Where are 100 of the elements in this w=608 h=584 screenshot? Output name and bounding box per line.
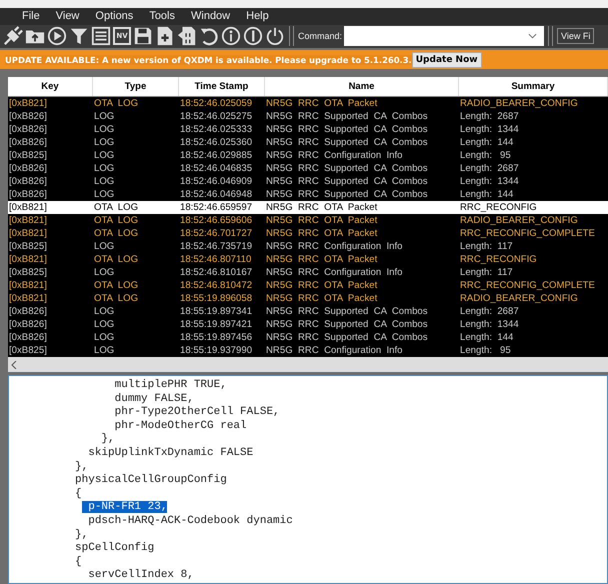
info-icon[interactable] bbox=[221, 26, 241, 46]
table-cell-text: 18:52:46.025333 bbox=[179, 123, 254, 136]
table-cell-text: LOG bbox=[93, 110, 116, 124]
column-header[interactable]: Summary bbox=[459, 77, 608, 96]
code-line: }, bbox=[74, 528, 88, 542]
table-cell-text: RRC_RECONFIG_COMPLETE bbox=[459, 279, 596, 292]
log-row[interactable]: [0xB826] LOG 18:52:46.025275 NR5G RRC Supported CA Combos Length: 2687 bbox=[8, 110, 608, 124]
code-line: multiplePHR TRUE, bbox=[114, 379, 227, 393]
menu-item[interactable]: Help bbox=[238, 10, 277, 22]
table-cell-text: Length: 1344 bbox=[459, 318, 520, 332]
log-row[interactable]: [0xB826] LOG 18:52:46.046835 NR5G RRC Supported CA Combos Length: 2687 bbox=[8, 162, 608, 176]
table-cell-text: RADIO_BEARER_CONFIG bbox=[459, 97, 579, 110]
table-cell-text: NR5G RRC Supported CA Combos bbox=[265, 175, 429, 188]
menu-item[interactable]: Options bbox=[87, 10, 142, 22]
add-file-icon[interactable] bbox=[155, 26, 175, 46]
table-cell-text: [0xB826] bbox=[8, 162, 48, 176]
table-cell-text: 18:52:46.025059 bbox=[179, 97, 254, 110]
table-cell-text: [0xB825] bbox=[8, 240, 48, 254]
code-line: phr-ModeOtherCG real bbox=[114, 420, 247, 434]
log-row[interactable]: [0xB826] LOG 18:55:19.897421 NR5G RRC Supported CA Combos Length: 1344 bbox=[8, 318, 608, 332]
table-cell-text: NR5G RRC Supported CA Combos bbox=[265, 318, 429, 332]
table-cell-text: [0xB826] bbox=[8, 110, 48, 124]
log-row[interactable]: [0xB825] LOG 18:52:46.810167 NR5G RRC Configuration Info Length: 117 bbox=[8, 266, 608, 280]
menu-item[interactable]: File bbox=[14, 10, 48, 22]
table-cell-text: RRC_RECONFIG bbox=[459, 253, 538, 266]
filter-icon[interactable] bbox=[69, 26, 89, 46]
log-row[interactable]: [0xB825] LOG 18:55:19.937990 NR5G RRC Configuration Info Length: 95 bbox=[8, 344, 608, 358]
table-cell-text: NR5G RRC Supported CA Combos bbox=[265, 136, 429, 150]
code-line: physicalCellGroupConfig bbox=[74, 474, 227, 488]
log-row[interactable]: [0xB821] OTA LOG 18:52:46.701727 NR5G RRC OTA Packet RRC_RECONFIG_COMPLETE bbox=[8, 227, 608, 240]
log-row[interactable]: [0xB826] LOG 18:55:19.897456 NR5G RRC Supported CA Combos Length: 144 bbox=[8, 331, 608, 344]
caret-icon bbox=[528, 33, 538, 40]
power-icon[interactable] bbox=[265, 26, 285, 46]
log-row[interactable]: [0xB821] OTA LOG 18:52:46.025059 NR5G RRC OTA Packet RADIO_BEARER_CONFIG bbox=[8, 97, 608, 110]
log-row[interactable]: [0xB821] OTA LOG 18:55:19.896058 NR5G RRC OTA Packet RADIO_BEARER_CONFIG bbox=[8, 292, 608, 306]
table-cell-text: 18:52:46.046909 bbox=[179, 175, 254, 188]
table-cell-text: [0xB821] bbox=[8, 227, 48, 240]
table-cell-text: NR5G RRC OTA Packet bbox=[265, 214, 378, 228]
table-cell-text: NR5G RRC OTA Packet bbox=[265, 227, 378, 240]
table-cell-text: 18:55:19.896058 bbox=[179, 292, 254, 306]
table-cell-text: [0xB826] bbox=[8, 123, 48, 136]
table-cell-text: 18:52:46.659606 bbox=[179, 214, 254, 228]
table-cell-text: Length: 1344 bbox=[459, 123, 520, 136]
log-row[interactable]: [0xB825] LOG 18:52:46.735719 NR5G RRC Configuration Info Length: 117 bbox=[8, 240, 608, 254]
code-line: { bbox=[74, 556, 82, 570]
table-cell-text: Length: 117 bbox=[459, 266, 514, 280]
menu-item[interactable]: View bbox=[48, 10, 88, 22]
log-row[interactable]: [0xB826] LOG 18:52:46.025360 NR5G RRC Supported CA Combos Length: 144 bbox=[8, 136, 608, 150]
table-cell-text: Length: 95 bbox=[459, 344, 512, 358]
horizontal-scrollbar[interactable] bbox=[8, 357, 608, 372]
table-cell-text: 18:52:46.810472 bbox=[179, 279, 254, 292]
table-cell-text: NR5G RRC OTA Packet bbox=[265, 292, 378, 306]
table-cell-text: [0xB821] bbox=[8, 292, 48, 306]
table-cell-text: LOG bbox=[93, 149, 116, 162]
log-row[interactable]: [0xB821] OTA LOG 18:52:46.810472 NR5G RRC OTA Packet RRC_RECONFIG_COMPLETE bbox=[8, 279, 608, 292]
save-icon[interactable] bbox=[133, 26, 153, 46]
binary-file-icon[interactable] bbox=[177, 26, 197, 46]
table-cell-text: RADIO_BEARER_CONFIG bbox=[459, 214, 579, 228]
table-cell-text: OTA LOG bbox=[93, 279, 140, 292]
table-cell-text: 18:52:46.659597 bbox=[179, 201, 254, 214]
log-row[interactable]: [0xB825] LOG 18:52:46.029885 NR5G RRC Configuration Info Length: 95 bbox=[8, 149, 608, 162]
update-now-button[interactable]: Update Now bbox=[412, 52, 482, 68]
table-cell-text: 18:52:46.025275 bbox=[179, 110, 254, 124]
log-row[interactable]: [0xB826] LOG 18:52:46.025333 NR5G RRC Supported CA Combos Length: 1344 bbox=[8, 123, 608, 136]
stop-icon[interactable] bbox=[243, 26, 263, 46]
log-row[interactable]: [0xB821] OTA LOG 18:52:46.807110 NR5G RRC OTA Packet RRC_RECONFIG bbox=[8, 253, 608, 266]
table-cell-text: [0xB825] bbox=[8, 266, 48, 280]
table-cell-text: NR5G RRC OTA Packet bbox=[265, 253, 378, 266]
table-cell-text: [0xB826] bbox=[8, 331, 48, 344]
play-icon[interactable] bbox=[47, 26, 67, 46]
code-line: skipUplinkTxDynamic FALSE bbox=[87, 447, 254, 461]
table-cell-text: [0xB826] bbox=[8, 188, 48, 202]
table-cell-text: LOG bbox=[93, 175, 116, 188]
column-header[interactable]: Type bbox=[93, 77, 179, 96]
code-line: }, bbox=[100, 433, 115, 447]
plug-icon[interactable] bbox=[3, 26, 23, 46]
log-row[interactable]: [0xB826] LOG 18:52:46.046909 NR5G RRC Supported CA Combos Length: 1344 bbox=[8, 175, 608, 188]
table-cell-text: LOG bbox=[93, 188, 116, 202]
list-icon[interactable] bbox=[91, 26, 111, 46]
table-cell-text: NR5G RRC Configuration Info bbox=[265, 149, 404, 162]
log-row[interactable]: [0xB821] OTA LOG 18:52:46.659606 NR5G RRC OTA Packet RADIO_BEARER_CONFIG bbox=[8, 214, 608, 228]
log-row[interactable]: [0xB821] OTA LOG 18:52:46.659597 NR5G RRC OTA Packet RRC_RECONFIG bbox=[8, 201, 608, 214]
undo-icon[interactable] bbox=[199, 26, 219, 46]
table-cell-text: Length: 144 bbox=[459, 136, 514, 150]
table-cell-text: 18:52:46.810167 bbox=[179, 266, 254, 280]
menu-item[interactable]: Window bbox=[183, 10, 238, 22]
table-cell-text: NR5G RRC OTA Packet bbox=[265, 201, 378, 214]
column-header[interactable]: Key bbox=[8, 77, 93, 96]
column-header[interactable]: Time Stamp bbox=[179, 77, 265, 96]
command-field[interactable] bbox=[344, 26, 544, 46]
table-cell-text: OTA LOG bbox=[93, 214, 140, 228]
view-button[interactable]: View Fi bbox=[557, 28, 594, 44]
code-line: phr-Type2OtherCell FALSE, bbox=[114, 406, 280, 420]
menu-item[interactable]: Tools bbox=[141, 10, 183, 22]
table-cell-text: 18:52:46.701727 bbox=[179, 227, 254, 240]
table-cell-text: Length: 95 bbox=[459, 149, 512, 162]
log-row[interactable]: [0xB826] LOG 18:52:46.046948 NR5G RRC Supported CA Combos Length: 144 bbox=[8, 188, 608, 202]
table-cell-text: Length: 144 bbox=[459, 188, 514, 202]
log-row[interactable]: [0xB826] LOG 18:55:19.897341 NR5G RRC Supported CA Combos Length: 2687 bbox=[8, 305, 608, 318]
column-header[interactable]: Name bbox=[265, 77, 459, 96]
